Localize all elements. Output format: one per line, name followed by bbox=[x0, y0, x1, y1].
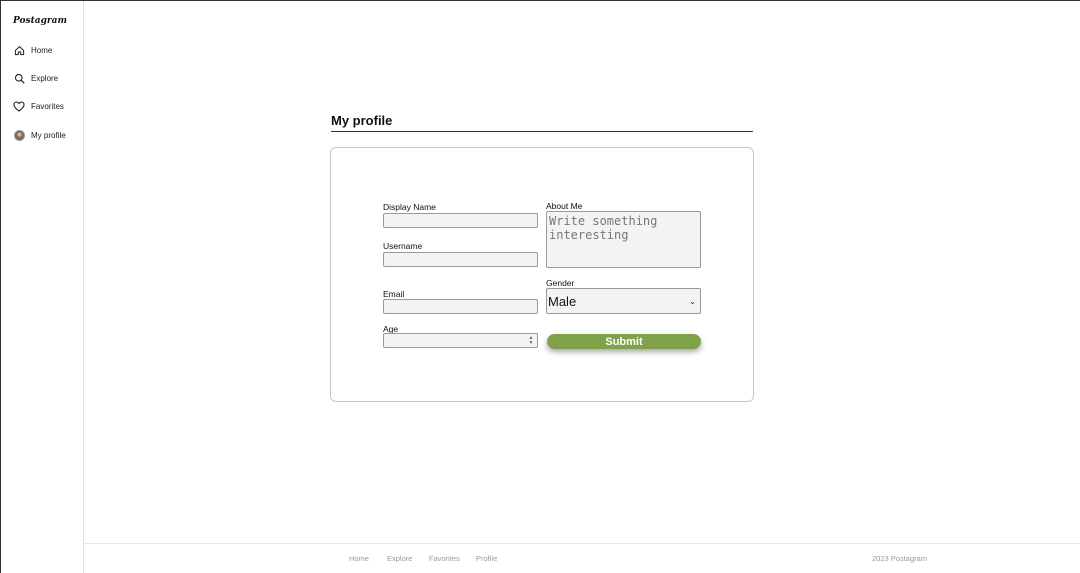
sidebar-item-my-profile[interactable]: My profile bbox=[13, 127, 66, 143]
sidebar-item-favorites[interactable]: Favorites bbox=[13, 98, 64, 114]
chevron-down-icon: ⌄ bbox=[689, 296, 696, 306]
sidebar-item-label: Explore bbox=[31, 73, 59, 83]
sidebar-item-explore[interactable]: Explore bbox=[13, 70, 58, 86]
sidebar-item-label: Home bbox=[31, 45, 53, 55]
about-me-label: About Me bbox=[546, 201, 583, 211]
footer-link-profile[interactable]: Profile bbox=[476, 554, 497, 563]
age-stepper[interactable]: ▲ ▼ bbox=[528, 335, 534, 346]
username-label: Username bbox=[383, 241, 423, 251]
home-icon bbox=[13, 44, 25, 56]
footer-link-favorites[interactable]: Favorites bbox=[429, 554, 460, 563]
footer-link-explore[interactable]: Explore bbox=[387, 554, 412, 563]
email-input[interactable] bbox=[383, 299, 538, 314]
copyright-text: 2023 Postagram bbox=[872, 554, 928, 563]
footer-divider bbox=[84, 543, 1080, 544]
sidebar-item-label: My profile bbox=[31, 130, 66, 140]
email-label: Email bbox=[383, 289, 405, 299]
page-title: My profile bbox=[331, 113, 393, 128]
display-name-label: Display Name bbox=[383, 202, 436, 212]
sidebar-item-label: Favorites bbox=[31, 101, 64, 111]
username-input[interactable] bbox=[383, 252, 538, 267]
sidebar-item-home[interactable]: Home bbox=[13, 42, 52, 58]
search-icon bbox=[13, 72, 25, 84]
sidebar: Postagram Home Explore Favorites My prof… bbox=[1, 1, 84, 573]
title-divider bbox=[331, 131, 753, 132]
profile-form-card bbox=[330, 147, 754, 402]
app-window: Postagram Home Explore Favorites My prof… bbox=[0, 0, 1080, 573]
about-me-textarea[interactable] bbox=[546, 211, 701, 268]
heart-icon bbox=[13, 100, 25, 112]
brand-logo[interactable]: Postagram bbox=[13, 16, 67, 26]
footer-link-home[interactable]: Home bbox=[349, 554, 369, 563]
submit-button[interactable]: Submit bbox=[547, 334, 701, 349]
stepper-down-icon[interactable]: ▼ bbox=[529, 340, 534, 346]
age-input[interactable]: ▲ ▼ bbox=[383, 333, 538, 348]
avatar bbox=[13, 129, 25, 141]
gender-selected-value: Male bbox=[548, 293, 577, 309]
gender-label: Gender bbox=[546, 278, 575, 288]
gender-select[interactable]: Male ⌄ bbox=[546, 288, 701, 314]
display-name-input[interactable] bbox=[383, 213, 538, 228]
